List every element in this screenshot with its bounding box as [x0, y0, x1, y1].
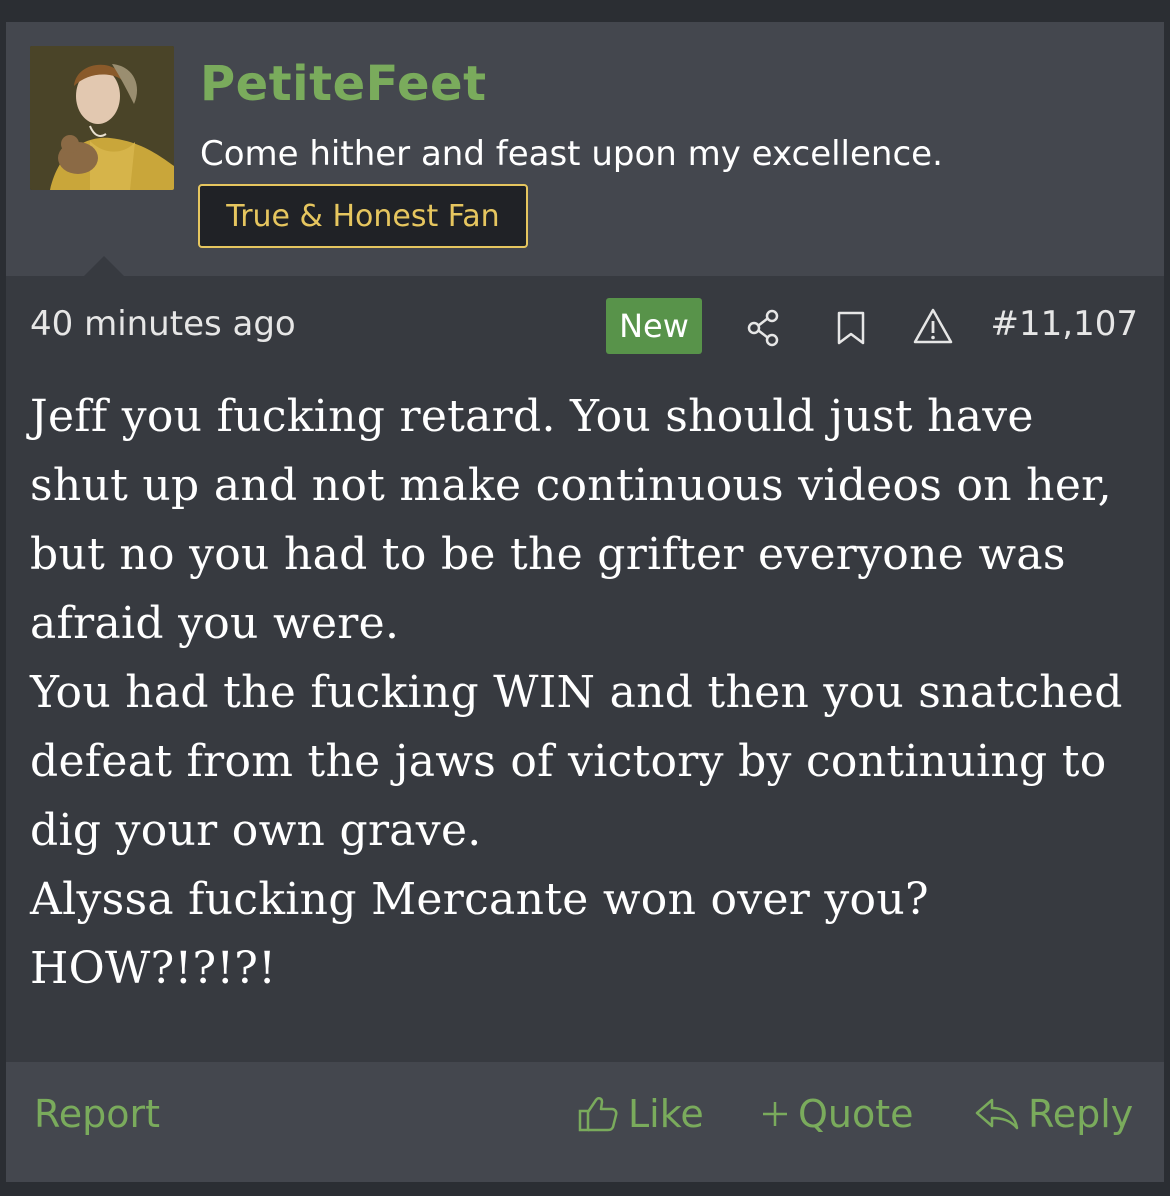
message-paragraph: Alyssa fucking Mercante won over you?	[30, 874, 929, 925]
user-banner-badge: True & Honest Fan	[198, 184, 528, 248]
username-link[interactable]: PetiteFeet	[200, 56, 487, 112]
reply-button[interactable]: Reply	[974, 1092, 1133, 1136]
share-icon[interactable]	[744, 308, 784, 348]
quote-label: Quote	[798, 1092, 914, 1136]
post-footer: Report Like Quote Reply	[6, 1062, 1164, 1182]
message-paragraph: HOW?!?!?!	[30, 943, 277, 994]
bookmark-icon[interactable]	[834, 310, 868, 346]
header-pointer-arrow	[84, 256, 124, 276]
post-number-link[interactable]: #11,107	[991, 304, 1138, 344]
like-button[interactable]: Like	[576, 1092, 704, 1136]
new-badge: New	[606, 298, 702, 354]
like-label: Like	[628, 1092, 704, 1136]
thumbs-up-icon	[578, 1097, 618, 1132]
avatar[interactable]	[30, 46, 174, 190]
message-paragraph: You had the fucking WIN and then you sna…	[30, 667, 1123, 856]
avatar-portrait-image	[30, 46, 174, 190]
reply-arrow-icon	[975, 1098, 1019, 1130]
reply-label: Reply	[1028, 1092, 1134, 1136]
user-title: Come hither and feast upon my excellence…	[200, 134, 943, 174]
report-link[interactable]: Report	[34, 1092, 160, 1136]
message-paragraph: Jeff you fucking retard. You should just…	[30, 391, 1112, 649]
message-body: Jeff you fucking retard. You should just…	[30, 382, 1140, 1003]
quote-button[interactable]: Quote	[760, 1092, 914, 1136]
forum-post: PetiteFeet Come hither and feast upon my…	[6, 22, 1164, 1182]
user-header: PetiteFeet Come hither and feast upon my…	[6, 22, 1164, 276]
plus-icon	[763, 1102, 787, 1126]
post-timestamp[interactable]: 40 minutes ago	[30, 304, 296, 344]
report-label: Report	[34, 1092, 160, 1136]
warning-icon[interactable]	[912, 306, 954, 346]
